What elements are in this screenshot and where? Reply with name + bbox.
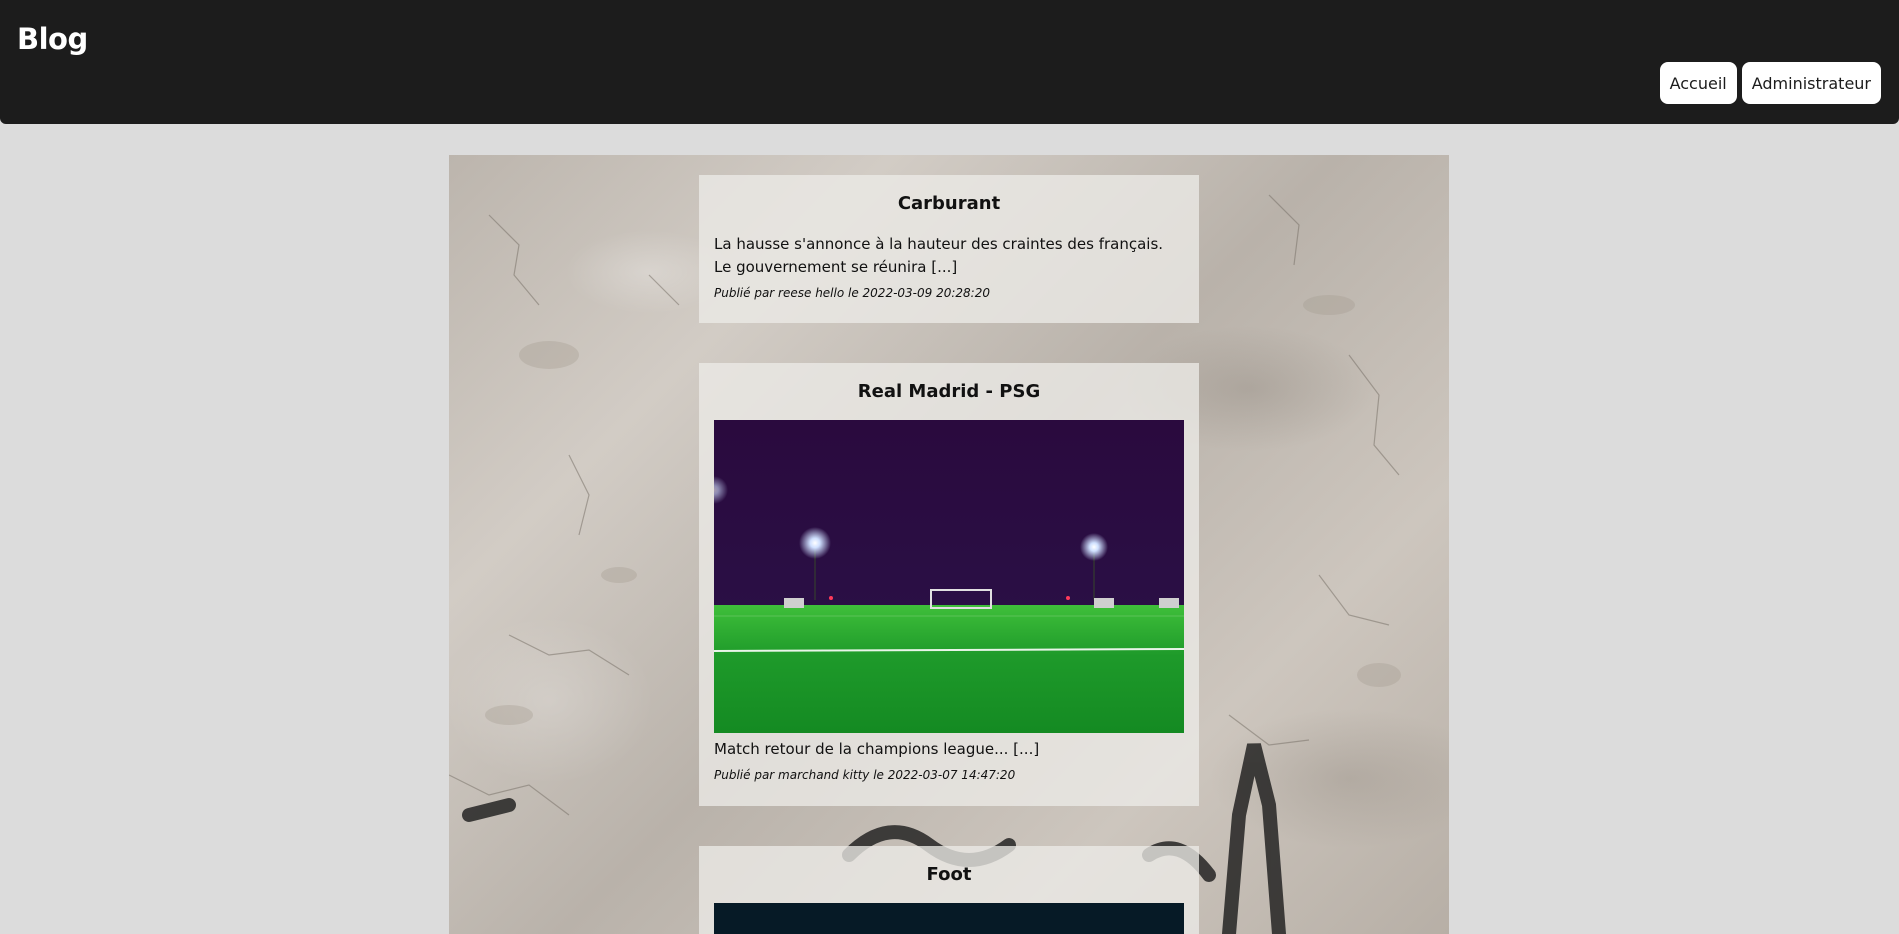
post-title[interactable]: Foot	[714, 864, 1184, 886]
post-card[interactable]: Foot	[699, 846, 1199, 934]
post-image[interactable]	[714, 420, 1184, 733]
post-title[interactable]: Real Madrid - PSG	[714, 381, 1184, 403]
main-nav: Accueil Administrateur	[1659, 62, 1881, 104]
post-excerpt: Match retour de la champions league... […	[714, 740, 1040, 758]
post-meta: Publié par reese hello le 2022-03-09 20:…	[714, 286, 990, 300]
site-logo[interactable]: Blog	[17, 22, 88, 56]
post-card[interactable]: Carburant La hausse s'annonce à la haute…	[699, 175, 1199, 323]
site-header: Blog Accueil Administrateur	[0, 0, 1899, 124]
post-card[interactable]: Real Madrid - PSG Match retour de la cha…	[699, 363, 1199, 806]
nav-home-button[interactable]: Accueil	[1659, 62, 1737, 104]
content-area: Carburant La hausse s'annonce à la haute…	[449, 155, 1449, 934]
post-excerpt: La hausse s'annonce à la hauteur des cra…	[714, 235, 1164, 276]
post-image[interactable]	[714, 903, 1184, 934]
post-meta: Publié par marchand kitty le 2022-03-07 …	[714, 768, 1016, 782]
nav-admin-button[interactable]: Administrateur	[1741, 62, 1881, 104]
post-title[interactable]: Carburant	[714, 193, 1184, 215]
